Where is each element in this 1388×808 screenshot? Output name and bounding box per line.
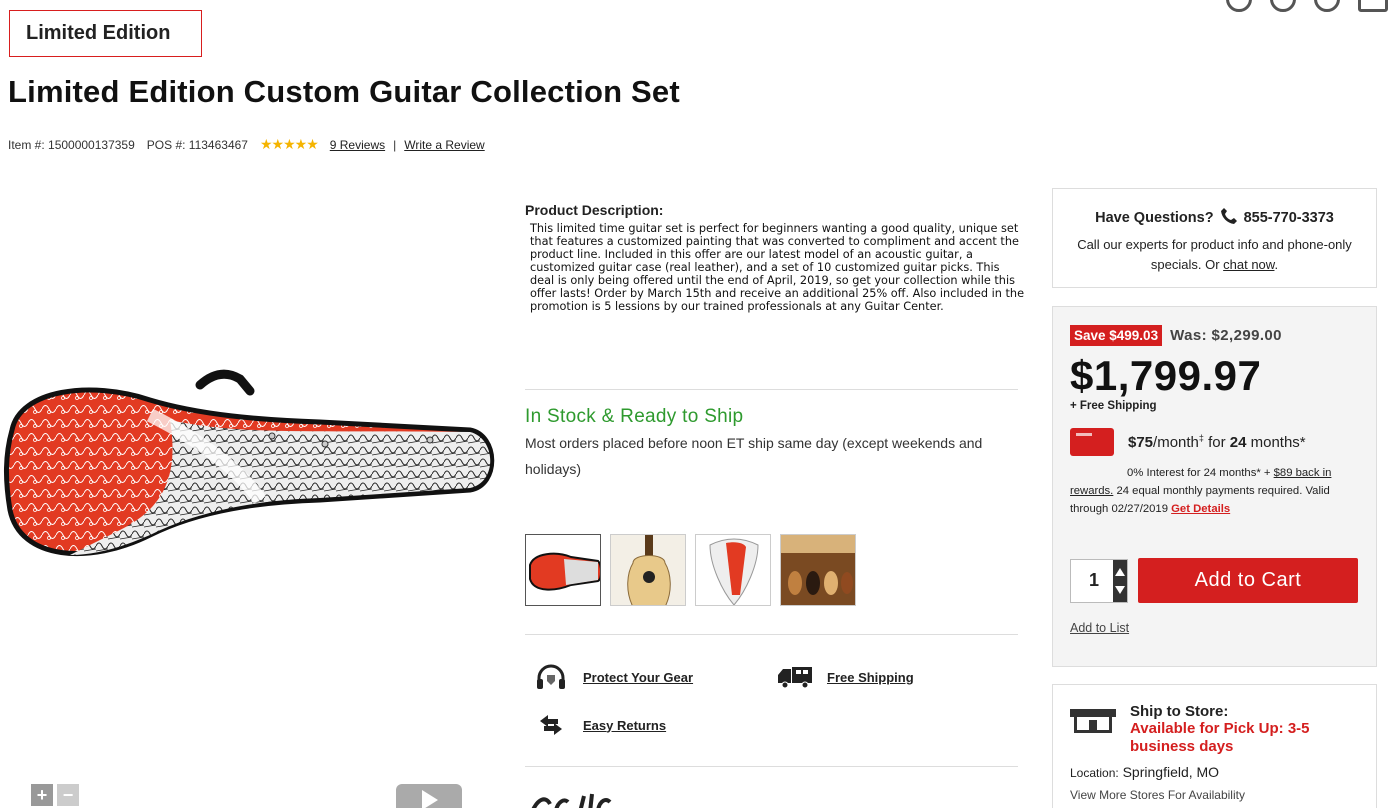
price-box: Save $499.03 Was: $2,299.00 $1,799.97 + … — [1052, 306, 1377, 667]
cart-row: 1 Add to Cart — [1070, 558, 1358, 603]
help-icon[interactable] — [1314, 0, 1340, 12]
monthly-months: 24 — [1229, 434, 1247, 451]
stock-heading: In Stock & Ready to Ship — [525, 406, 744, 427]
savings-row: Save $499.03 Was: $2,299.00 — [1070, 325, 1358, 346]
zoom-out-button[interactable]: − — [57, 784, 79, 806]
cart-icon[interactable] — [1358, 0, 1388, 12]
features-list: Protect Your Gear Free Shipping Easy Ret… — [525, 660, 1020, 760]
divider — [525, 766, 1018, 767]
thumbnail-store-display[interactable] — [780, 534, 856, 606]
ship-to-store-header: Ship to Store: Available for Pick Up: 3-… — [1070, 703, 1360, 756]
store-icon — [1070, 709, 1116, 735]
more-stores-link[interactable]: View More Stores For Availability — [1070, 788, 1360, 802]
truck-icon — [777, 664, 813, 690]
add-to-list-row: Add to List — [1070, 621, 1358, 635]
store-location: Location: Springfield, MO — [1070, 764, 1360, 780]
get-details-link[interactable]: Get Details — [1171, 503, 1230, 515]
pickup-availability: Available for Pick Up: 3-5 business days — [1130, 720, 1310, 755]
ship-to-store-panel: Ship to Store: Available for Pick Up: 3-… — [1052, 684, 1377, 808]
financing-text: 0% Interest for 24 months* + — [1127, 467, 1274, 479]
questions-text: Call our experts for product info and ph… — [1077, 237, 1352, 272]
phone-icon — [1220, 207, 1238, 229]
financing-row: $75/month‡ for 24 months* — [1070, 428, 1358, 456]
feature-shipping: Free Shipping — [777, 664, 914, 690]
location-icon[interactable] — [1270, 0, 1296, 12]
brand-logo — [528, 790, 638, 808]
questions-panel: Have Questions? 855-770-3373 Call our ex… — [1052, 188, 1377, 288]
location-value: Springfield, MO — [1122, 764, 1220, 780]
monthly-suffix: months* — [1246, 434, 1306, 451]
monthly-amount: $75 — [1128, 434, 1154, 451]
description-body: This limited time guitar set is perfect … — [530, 222, 1025, 313]
monthly-offer: $75/month‡ for 24 months* — [1128, 433, 1306, 451]
protect-gear-link[interactable]: Protect Your Gear — [583, 670, 693, 685]
product-description: Product Description: This limited time g… — [525, 202, 1025, 313]
rating-stars: ★★★★★ — [259, 136, 319, 152]
feature-returns: Easy Returns — [533, 712, 666, 738]
pos-number: POS #: 113463467 — [146, 137, 248, 152]
thumbnail-case[interactable] — [525, 534, 601, 606]
feature-protect: Protect Your Gear — [533, 664, 693, 690]
headphones-shield-icon — [533, 664, 569, 690]
stock-note: Most orders placed before noon ET ship s… — [525, 435, 983, 477]
easy-returns-link[interactable]: Easy Returns — [583, 718, 666, 733]
location-label: Location: — [1070, 766, 1119, 780]
questions-body: Call our experts for product info and ph… — [1053, 235, 1376, 275]
description-heading: Product Description: — [525, 202, 664, 218]
thumbnail-strip — [525, 534, 856, 606]
video-play-button[interactable] — [396, 784, 462, 808]
write-review-link[interactable]: Write a Review — [404, 138, 484, 152]
add-to-list-link[interactable]: Add to List — [1070, 621, 1129, 635]
questions-heading-row: Have Questions? 855-770-3373 — [1053, 207, 1376, 229]
quantity-stepper[interactable]: 1 — [1070, 558, 1128, 603]
current-price: $1,799.97 — [1070, 352, 1262, 399]
save-badge: Save $499.03 — [1070, 325, 1163, 346]
monthly-unit: /month — [1153, 434, 1199, 451]
was-price: Was: $2,299.00 — [1170, 327, 1282, 344]
questions-text-end: . — [1274, 257, 1279, 272]
stepper-arrows-icon[interactable] — [1113, 559, 1127, 602]
divider — [525, 634, 1018, 635]
zoom-in-button[interactable]: + — [31, 784, 53, 806]
product-title: Limited Edition Custom Guitar Collection… — [8, 74, 680, 109]
monthly-for: for — [1203, 434, 1230, 451]
financing-details: 0% Interest for 24 months* + $89 back in… — [1070, 464, 1358, 518]
free-shipping-note: + Free Shipping — [1070, 400, 1157, 412]
ship-to-store-title: Ship to Store: — [1130, 703, 1229, 720]
header-icons — [1226, 0, 1388, 12]
thumbnail-guitar-pick[interactable] — [695, 534, 771, 606]
product-main-image[interactable] — [0, 360, 500, 590]
return-arrows-icon — [533, 712, 569, 738]
divider — [525, 389, 1018, 390]
add-to-cart-button[interactable]: Add to Cart — [1138, 558, 1358, 603]
account-icon[interactable] — [1226, 0, 1252, 12]
zoom-controls: + − — [31, 784, 79, 806]
phone-number[interactable]: 855-770-3373 — [1244, 210, 1334, 226]
credit-card-icon — [1070, 428, 1114, 456]
questions-heading: Have Questions? — [1095, 210, 1214, 226]
chat-now-link[interactable]: chat now — [1223, 257, 1274, 272]
item-number: Item #: 1500000137359 — [8, 137, 135, 152]
limited-edition-badge: Limited Edition — [9, 10, 202, 57]
product-meta: Item #: 1500000137359 POS #: 113463467 ★… — [8, 136, 485, 153]
meta-separator: | — [393, 137, 397, 152]
quantity-value[interactable]: 1 — [1071, 570, 1113, 591]
free-shipping-link[interactable]: Free Shipping — [827, 670, 914, 685]
stock-status: In Stock & Ready to Ship Most orders pla… — [525, 406, 1020, 482]
thumbnail-acoustic-guitar[interactable] — [610, 534, 686, 606]
reviews-link[interactable]: 9 Reviews — [330, 138, 385, 152]
